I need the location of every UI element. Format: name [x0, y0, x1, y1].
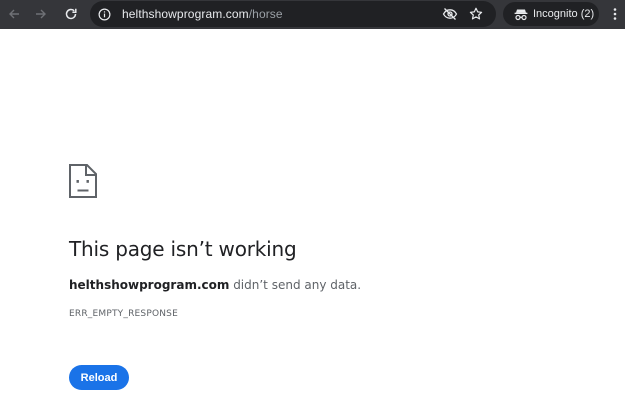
address-bar[interactable]: helthshowprogram.com/horse: [90, 1, 496, 27]
star-icon: [469, 7, 483, 20]
browser-menu-button[interactable]: [608, 4, 622, 24]
incognito-indicator[interactable]: Incognito (2): [503, 2, 599, 26]
eye-off-icon: [442, 8, 458, 20]
reload-icon: [65, 8, 77, 20]
forward-button[interactable]: [30, 3, 52, 25]
forward-arrow-icon: [36, 9, 46, 19]
browser-toolbar: helthshowprogram.com/horse Incognito (2): [0, 0, 625, 29]
error-message: didn’t send any data.: [229, 278, 362, 292]
back-button[interactable]: [3, 3, 25, 25]
error-code: ERR_EMPTY_RESPONSE: [69, 309, 178, 319]
kebab-menu-icon: [613, 8, 617, 20]
sad-page-icon: [69, 164, 97, 198]
info-icon: [98, 8, 110, 20]
url-path: /horse: [248, 7, 283, 21]
url-text[interactable]: helthshowprogram.com/horse: [122, 7, 283, 21]
tracking-protection-button[interactable]: [440, 4, 460, 24]
incognito-label: Incognito (2): [533, 8, 595, 20]
back-arrow-icon: [9, 9, 19, 19]
site-info-button[interactable]: [94, 4, 114, 24]
url-host: helthshowprogram.com: [122, 7, 249, 21]
error-description: helthshowprogram.com didn’t send any dat…: [69, 278, 361, 292]
reload-button[interactable]: Reload: [69, 365, 129, 390]
bookmark-button[interactable]: [466, 4, 486, 24]
error-title: This page isn’t working: [69, 237, 297, 261]
error-host: helthshowprogram.com: [69, 278, 230, 292]
reload-toolbar-button[interactable]: [60, 3, 82, 25]
incognito-icon: [514, 9, 528, 21]
